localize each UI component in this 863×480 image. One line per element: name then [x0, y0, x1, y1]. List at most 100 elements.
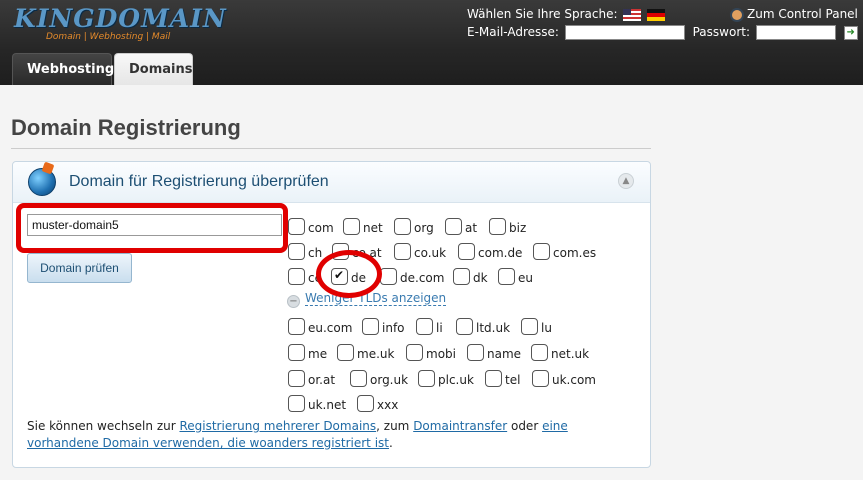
tld-option-or-at[interactable]: or.at	[288, 370, 335, 387]
tld-option-dk[interactable]: dk	[453, 268, 488, 285]
minus-icon: −	[287, 295, 300, 308]
tld-option-uk-net[interactable]: uk.net	[288, 395, 346, 412]
password-field[interactable]	[755, 25, 836, 40]
tld-label: tel	[505, 373, 521, 387]
tld-option-lu[interactable]: lu	[521, 318, 552, 335]
tld-option-de-com[interactable]: de.com	[380, 268, 444, 285]
tld-label: me.uk	[357, 347, 395, 361]
login-form: E-Mail-Adresse: Passwort: ➜	[467, 25, 858, 40]
tld-option-li[interactable]: li	[416, 318, 443, 335]
tld-option-me-uk[interactable]: me.uk	[337, 344, 394, 361]
checkbox[interactable]	[489, 218, 506, 235]
globe-icon	[28, 168, 56, 196]
checkbox[interactable]	[288, 318, 305, 335]
tld-label: de.com	[400, 271, 445, 285]
tld-label: me	[308, 347, 328, 361]
tld-option-info[interactable]: info	[362, 318, 405, 335]
tld-label: plc.uk	[438, 373, 474, 387]
tld-label: mobi	[426, 347, 456, 361]
tld-option-xxx[interactable]: xxx	[357, 395, 398, 412]
tld-option-biz[interactable]: biz	[489, 218, 526, 235]
tld-option-eu-com[interactable]: eu.com	[288, 318, 352, 335]
tld-label: li	[436, 321, 443, 335]
tld-label: ch	[308, 246, 323, 260]
checkbox[interactable]	[418, 370, 435, 387]
us-flag-icon[interactable]	[623, 8, 642, 21]
german-flag-icon[interactable]	[647, 8, 666, 21]
checkbox[interactable]	[485, 370, 502, 387]
language-selector: Wählen Sie Ihre Sprache:	[467, 7, 666, 21]
title-divider	[11, 148, 651, 149]
tld-option-at[interactable]: at	[445, 218, 477, 235]
tld-option-com[interactable]: com	[288, 218, 334, 235]
checkbox[interactable]	[394, 218, 411, 235]
checkbox[interactable]	[343, 218, 360, 235]
domain-transfer-link[interactable]: Domaintransfer	[413, 419, 507, 433]
tld-option-com-de[interactable]: com.de	[458, 243, 522, 260]
tld-option-org-uk[interactable]: org.uk	[350, 370, 408, 387]
checkbox[interactable]	[453, 268, 470, 285]
tab-domains[interactable]: Domains	[114, 53, 193, 85]
tld-label: lu	[541, 321, 552, 335]
control-panel-label: Zum Control Panel	[747, 7, 858, 21]
tld-option-eu[interactable]: eu	[498, 268, 533, 285]
switch-options-text: Sie können wechseln zur Registrierung me…	[27, 418, 637, 452]
checkbox[interactable]	[445, 218, 462, 235]
checkbox[interactable]	[532, 370, 549, 387]
tld-label: net	[363, 221, 383, 235]
footer-text-part: .	[389, 436, 393, 450]
checkbox[interactable]	[357, 395, 374, 412]
tld-option-uk-com[interactable]: uk.com	[532, 370, 596, 387]
tld-option-net-uk[interactable]: net.uk	[531, 344, 589, 361]
email-label: E-Mail-Adresse:	[467, 25, 559, 39]
checkbox[interactable]	[350, 370, 367, 387]
tld-option-me[interactable]: me	[288, 344, 327, 361]
tld-label: ltd.uk	[476, 321, 511, 335]
password-label: Passwort:	[692, 25, 751, 39]
collapse-icon[interactable]: ▲	[618, 173, 634, 189]
tab-webhosting[interactable]: Webhosting	[12, 53, 114, 85]
tld-option-name[interactable]: name	[467, 344, 521, 361]
fewer-tlds-label: Weniger TLDs anzeigen	[305, 291, 447, 306]
site-logo[interactable]: KINGDOMAIN Domain | Webhosting | Mail	[14, 4, 227, 42]
checkbox[interactable]	[416, 318, 433, 335]
tld-label: name	[487, 347, 522, 361]
checkbox[interactable]	[380, 268, 397, 285]
checkbox[interactable]	[288, 370, 305, 387]
tld-option-mobi[interactable]: mobi	[406, 344, 456, 361]
checkbox[interactable]	[521, 318, 538, 335]
checkbox[interactable]	[288, 218, 305, 235]
check-domain-button[interactable]: Domain prüfen	[27, 253, 132, 283]
tld-option-ltd-uk[interactable]: ltd.uk	[456, 318, 510, 335]
checkbox[interactable]	[288, 395, 305, 412]
checkbox[interactable]	[406, 344, 423, 361]
page-title: Domain Registrierung	[11, 115, 241, 140]
tld-option-plc-uk[interactable]: plc.uk	[418, 370, 474, 387]
tld-label: eu	[518, 271, 533, 285]
checkbox[interactable]	[467, 344, 484, 361]
checkbox[interactable]	[456, 318, 473, 335]
login-arrow-icon[interactable]: ➜	[843, 25, 858, 40]
tld-option-com-es[interactable]: com.es	[533, 243, 596, 260]
checkbox[interactable]	[498, 268, 515, 285]
control-panel-link[interactable]: Zum Control Panel	[730, 7, 858, 22]
tld-option-ch[interactable]: ch	[288, 243, 322, 260]
tld-option-org[interactable]: org	[394, 218, 434, 235]
checkbox[interactable]	[394, 243, 411, 260]
checkbox[interactable]	[288, 243, 305, 260]
tld-label: org.uk	[370, 373, 409, 387]
checkbox[interactable]	[531, 344, 548, 361]
checkbox[interactable]	[362, 318, 379, 335]
tld-label: biz	[509, 221, 527, 235]
checkbox[interactable]	[337, 344, 354, 361]
tld-option-net[interactable]: net	[343, 218, 383, 235]
checkbox[interactable]	[288, 344, 305, 361]
checkbox[interactable]	[288, 268, 305, 285]
multi-registration-link[interactable]: Registrierung mehrerer Domains	[179, 419, 376, 433]
checkbox[interactable]	[458, 243, 475, 260]
tld-option-co-uk[interactable]: co.uk	[394, 243, 446, 260]
checkbox[interactable]	[533, 243, 550, 260]
tld-option-tel[interactable]: tel	[485, 370, 520, 387]
top-header: KINGDOMAIN Domain | Webhosting | Mail Wä…	[0, 0, 863, 85]
email-field[interactable]	[564, 25, 685, 40]
